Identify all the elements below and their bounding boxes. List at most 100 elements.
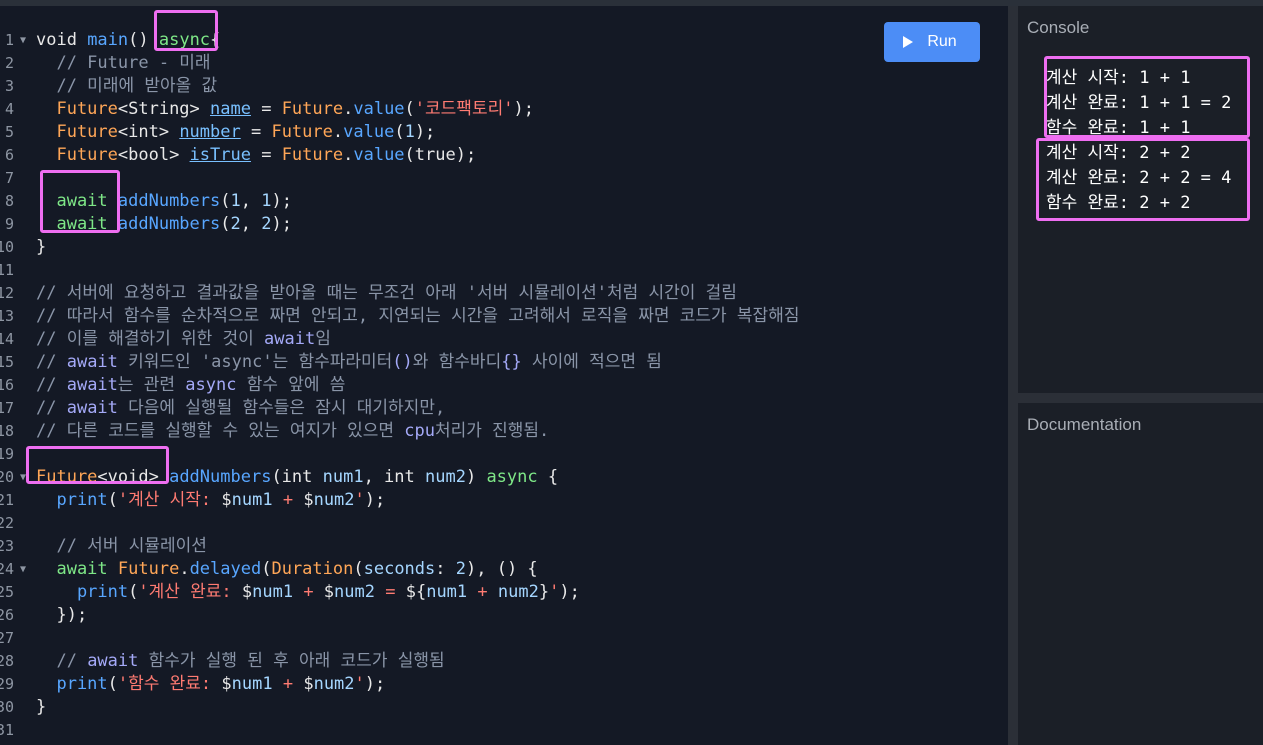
line-number: 4 bbox=[4, 100, 14, 118]
code-token: ); bbox=[513, 99, 534, 119]
code-editor[interactable]: 1 ▼ void main () async{2 // Future - 미래 3 //… bbox=[0, 6, 1008, 745]
code-token: { bbox=[537, 467, 559, 487]
code-token: ) bbox=[465, 467, 487, 487]
code-token: + bbox=[293, 582, 324, 602]
code-token: num2 bbox=[313, 490, 355, 510]
code-token: num1 bbox=[252, 582, 294, 602]
code-token: = bbox=[375, 582, 406, 602]
code-token: '계산 시작: bbox=[117, 490, 222, 510]
code-token: Future bbox=[281, 99, 344, 119]
code-token: await bbox=[264, 329, 316, 349]
code-token: $ bbox=[303, 674, 314, 694]
code-text: print('함수 완료: $num1 + $num2'); bbox=[36, 673, 385, 696]
documentation-title: Documentation bbox=[1027, 415, 1142, 434]
line-number: 9 bbox=[4, 215, 14, 233]
line-number: 24 bbox=[0, 560, 14, 578]
code-token: addNumbers bbox=[117, 191, 221, 211]
code-token: ${ bbox=[405, 582, 427, 602]
code-token: value bbox=[343, 122, 395, 142]
line-number: 18 bbox=[0, 422, 14, 440]
code-token: = bbox=[250, 99, 282, 119]
code-token: name bbox=[210, 99, 251, 119]
code-token: $ bbox=[221, 674, 232, 694]
code-token: await bbox=[66, 352, 118, 372]
code-token: // 이를 해결하기 위한 것이 bbox=[36, 329, 265, 349]
code-token: 1 bbox=[230, 191, 241, 211]
code-token: main bbox=[87, 30, 129, 50]
code-token: = bbox=[250, 145, 282, 165]
code-text: } bbox=[36, 696, 46, 719]
code-token: 와 함수바디 bbox=[412, 352, 502, 372]
code-token: <String> bbox=[117, 99, 211, 119]
code-token: await bbox=[66, 375, 118, 395]
code-text: }); bbox=[36, 604, 87, 627]
code-token: ( bbox=[353, 559, 364, 579]
code-token: print bbox=[36, 674, 108, 694]
code-token: // 서버 시뮬레이션 bbox=[36, 536, 207, 556]
code-text: // await 키워드인 'async'는 함수파라미터()와 함수바디{} … bbox=[36, 351, 662, 374]
code-token: Future bbox=[36, 99, 118, 119]
line-number: 3 bbox=[4, 77, 14, 95]
line-number: 7 bbox=[4, 169, 14, 187]
fold-arrow-icon[interactable]: ▼ bbox=[20, 558, 26, 581]
code-token: seconds bbox=[363, 559, 436, 579]
code-token: 다음에 실행될 함수들은 잠시 대기하지만, bbox=[117, 398, 446, 418]
line-number: 22 bbox=[0, 514, 14, 532]
line-number: 14 bbox=[0, 330, 14, 348]
code-token: value bbox=[353, 99, 405, 119]
code-token: . bbox=[179, 559, 190, 579]
code-token: $ bbox=[323, 582, 335, 602]
code-token: // bbox=[36, 651, 88, 671]
code-token: ( bbox=[404, 99, 415, 119]
code-token: ); bbox=[414, 122, 436, 142]
code-token: num2 bbox=[497, 582, 539, 602]
code-token: void bbox=[36, 30, 88, 50]
code-token: Future bbox=[36, 145, 118, 165]
code-token: print bbox=[36, 490, 108, 510]
line-number: 20 bbox=[0, 468, 14, 486]
code-text: // Future - 미래 bbox=[36, 52, 211, 75]
line-number: 17 bbox=[0, 399, 14, 417]
highlight-await-calls bbox=[40, 170, 120, 233]
code-token: num1 bbox=[426, 582, 468, 602]
splitter[interactable] bbox=[1008, 6, 1018, 745]
code-token: $ bbox=[221, 490, 232, 510]
code-token: Future bbox=[117, 559, 180, 579]
line-number: 16 bbox=[0, 376, 14, 394]
code-token: () bbox=[392, 352, 413, 372]
code-token: } bbox=[36, 697, 47, 717]
line-number: 13 bbox=[0, 307, 14, 325]
code-token: , int bbox=[363, 467, 425, 487]
highlight-future-void bbox=[26, 446, 169, 484]
line-number: 30 bbox=[0, 698, 14, 716]
line-number: 23 bbox=[0, 537, 14, 555]
run-button-label: Run bbox=[927, 33, 957, 50]
code-token: 함수 앞에 씀 bbox=[236, 375, 346, 395]
code-token: num2 bbox=[313, 674, 355, 694]
code-token: 처리가 진행됨. bbox=[434, 421, 550, 441]
console-title: Console bbox=[1027, 18, 1090, 37]
fold-arrow-icon[interactable]: ▼ bbox=[20, 29, 26, 52]
code-token: async bbox=[486, 467, 538, 487]
line-number: 2 bbox=[4, 54, 14, 72]
code-text: // await 다음에 실행될 함수들은 잠시 대기하지만, bbox=[36, 397, 445, 420]
code-token: await bbox=[66, 398, 118, 418]
highlight-console-first-call bbox=[1044, 56, 1250, 138]
run-button[interactable]: Run bbox=[884, 22, 980, 62]
code-token: await bbox=[36, 559, 118, 579]
code-token: // bbox=[36, 352, 67, 372]
code-text: print('계산 시작: $num1 + $num2'); bbox=[36, 489, 385, 512]
code-token: // Future - 미래 bbox=[36, 53, 211, 73]
code-token: ' bbox=[354, 674, 365, 694]
code-token: } bbox=[538, 582, 550, 602]
code-token: (int bbox=[271, 467, 323, 487]
code-token: 함수가 실행 된 후 아래 코드가 실행됨 bbox=[138, 651, 445, 671]
code-token: }); bbox=[36, 605, 88, 625]
code-token: ); bbox=[364, 674, 386, 694]
code-token: <int> bbox=[117, 122, 180, 142]
line-number: 5 bbox=[4, 123, 14, 141]
code-token: ); bbox=[271, 191, 292, 211]
code-text: print('계산 완료: $num1 + $num2 = ${num1 + n… bbox=[36, 581, 580, 604]
code-token: // bbox=[36, 375, 67, 395]
code-token: ( bbox=[394, 122, 405, 142]
